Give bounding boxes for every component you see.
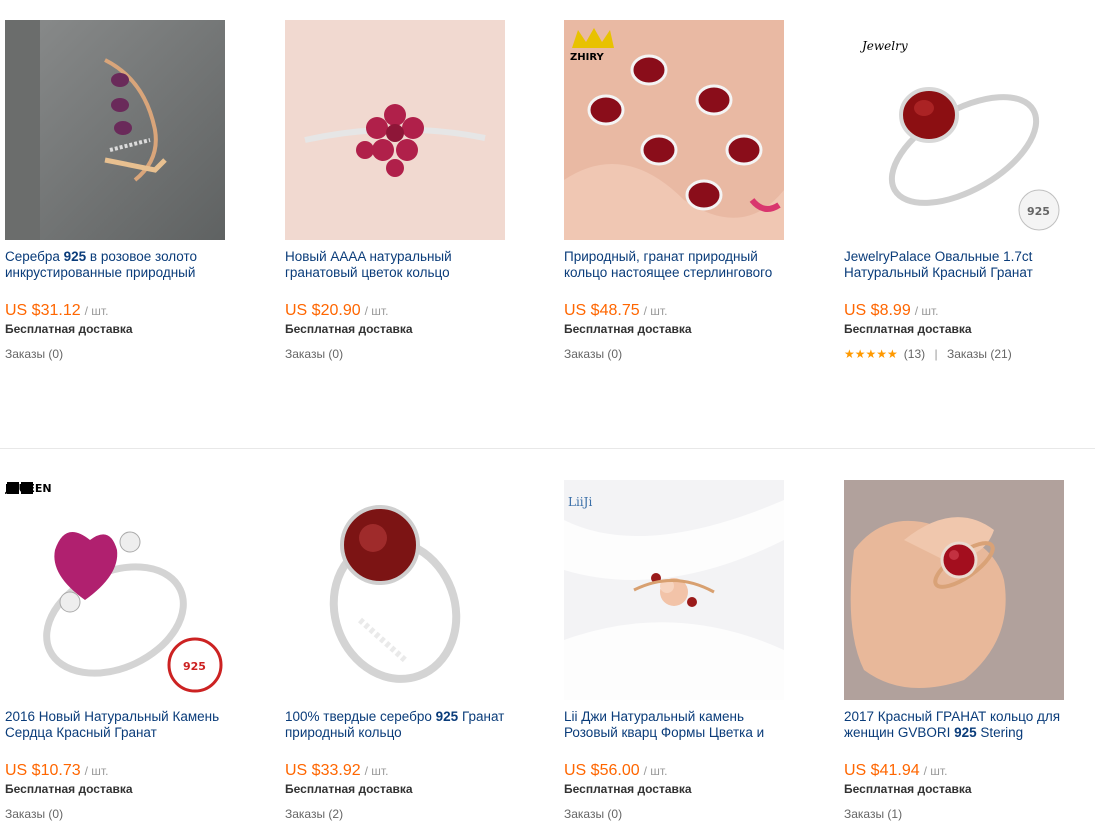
rating-stars-icon[interactable]: ★★★★★	[844, 347, 898, 361]
svg-text:925: 925	[1027, 205, 1050, 218]
product-card[interactable]: ZHIRY Природный, гранат природный кольцо…	[559, 0, 799, 440]
product-image[interactable]	[844, 480, 1064, 700]
product-price: US $31.12/ шт.	[5, 302, 109, 319]
product-image[interactable]	[285, 480, 505, 700]
orders-count[interactable]: Заказы (0)	[564, 807, 622, 821]
orders-count[interactable]: Заказы (0)	[5, 347, 63, 361]
shipping-label: Бесплатная доставка	[285, 782, 413, 796]
rating-and-orders: ★★★★★ (13) | Заказы (21)	[844, 347, 1012, 361]
shipping-label: Бесплатная доставка	[844, 322, 972, 336]
orders-count[interactable]: Заказы (0)	[285, 347, 343, 361]
shipping-label: Бесплатная доставка	[5, 322, 133, 336]
product-price: US $10.73/ шт.	[5, 762, 109, 779]
product-image[interactable]	[285, 20, 505, 240]
svg-text:LiiJi: LiiJi	[568, 495, 592, 509]
orders-count[interactable]: Заказы (1)	[844, 807, 902, 821]
product-title[interactable]: 2016 Новый Натуральный Камень Сердца Кра…	[5, 709, 237, 741]
jqueen-logo: JQUEEN	[5, 482, 52, 495]
lii-logo: LiiJi	[568, 495, 592, 509]
product-image[interactable]: LiiJi	[564, 480, 784, 700]
product-image[interactable]	[5, 20, 225, 240]
shipping-label: Бесплатная доставка	[564, 322, 692, 336]
shipping-label: Бесплатная доставка	[844, 782, 972, 796]
product-image[interactable]: Jewelry 925	[844, 20, 1064, 240]
orders-count[interactable]: Заказы (0)	[564, 347, 622, 361]
real-sterling-seal-icon: 925	[167, 637, 223, 693]
product-title[interactable]: 2017 Красный ГРАНАТ кольцо для женщин GV…	[844, 709, 1076, 741]
orders-count[interactable]: Заказы (21)	[947, 347, 1012, 361]
seal-925-icon: 925	[1018, 189, 1060, 231]
svg-text:JQUEEN: JQUEEN	[5, 482, 52, 495]
shipping-label: Бесплатная доставка	[285, 322, 413, 336]
meta-separator: |	[934, 347, 938, 361]
product-price: US $20.90/ шт.	[285, 302, 389, 319]
product-image[interactable]: JQUEEN 925	[5, 480, 225, 700]
shipping-label: Бесплатная доставка	[5, 782, 133, 796]
product-price: US $41.94/ шт.	[844, 762, 948, 779]
product-title[interactable]: Природный, гранат природный кольцо насто…	[564, 249, 796, 281]
jewelrypalace-logo: Jewelry	[859, 39, 908, 53]
svg-text:Jewelry: Jewelry	[859, 39, 908, 53]
product-card[interactable]: Серебра 925 в розовое золото инкрустиров…	[0, 0, 240, 440]
product-title[interactable]: Lii Джи Натуральный камень Розовый кварц…	[564, 709, 796, 741]
product-price: US $56.00/ шт.	[564, 762, 668, 779]
product-price: US $33.92/ шт.	[285, 762, 389, 779]
product-title[interactable]: JewelryPalace Овальные 1.7ct Натуральный…	[844, 249, 1076, 281]
orders-count[interactable]: Заказы (0)	[5, 807, 63, 821]
product-card[interactable]: 2017 Красный ГРАНАТ кольцо для женщин GV…	[839, 460, 1079, 835]
svg-text:925: 925	[183, 660, 206, 673]
shipping-label: Бесплатная доставка	[564, 782, 692, 796]
row-divider	[0, 448, 1095, 449]
product-image[interactable]: ZHIRY	[564, 20, 784, 240]
product-title[interactable]: 100% твердые серебро 925 Гранат природны…	[285, 709, 517, 741]
product-card[interactable]: Jewelry 925 JewelryPalace Овальные 1.7ct…	[839, 0, 1079, 440]
product-price: US $8.99/ шт.	[844, 302, 939, 319]
rating-count[interactable]: (13)	[904, 347, 925, 361]
product-title[interactable]: Новый AAAA натуральный гранатовый цветок…	[285, 249, 517, 281]
product-title[interactable]: Серебра 925 в розовое золото инкрустиров…	[5, 249, 237, 281]
product-card[interactable]: JQUEEN 925 2016 Новый Натуральный Камень…	[0, 460, 240, 835]
svg-text:ZHIRY: ZHIRY	[570, 52, 604, 63]
product-price: US $48.75/ шт.	[564, 302, 668, 319]
product-card[interactable]: Новый AAAA натуральный гранатовый цветок…	[280, 0, 520, 440]
orders-count[interactable]: Заказы (2)	[285, 807, 343, 821]
product-card[interactable]: LiiJi Lii Джи Натуральный камень Розовый…	[559, 460, 799, 835]
product-card[interactable]: 100% твердые серебро 925 Гранат природны…	[280, 460, 520, 835]
product-grid: Серебра 925 в розовое золото инкрустиров…	[0, 0, 1095, 835]
